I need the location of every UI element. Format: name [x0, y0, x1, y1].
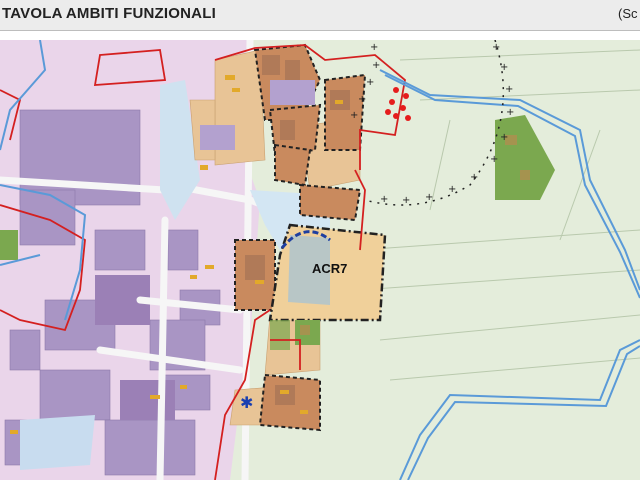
- svg-text:+: +: [380, 194, 388, 205]
- svg-text:+: +: [500, 132, 508, 143]
- svg-text:+: +: [402, 195, 410, 206]
- map-canvas[interactable]: + + + + + + + + + + + + + + + + ✱ ACR7: [0, 40, 640, 480]
- acr7-label: ACR7: [312, 261, 347, 276]
- svg-text:+: +: [505, 84, 513, 95]
- water-basin: [20, 415, 95, 470]
- svg-text:+: +: [470, 172, 478, 183]
- svg-text:+: +: [358, 94, 366, 105]
- svg-text:+: +: [448, 184, 456, 195]
- svg-text:+: +: [350, 110, 358, 121]
- svg-text:+: +: [366, 77, 374, 88]
- svg-text:+: +: [500, 62, 508, 73]
- svg-text:+: +: [490, 154, 498, 165]
- blue-star-icon: ✱: [240, 393, 253, 412]
- map-title: TAVOLA AMBITI FUNZIONALI: [2, 5, 216, 22]
- svg-text:+: +: [492, 42, 500, 53]
- svg-text:+: +: [425, 192, 433, 203]
- map-svg: +++ +++ +++ ++ +++ ++ ✱ ACR7: [0, 40, 640, 480]
- svg-text:+: +: [370, 42, 378, 53]
- svg-text:+: +: [372, 60, 380, 71]
- svg-text:+: +: [506, 107, 514, 118]
- scale-note: (Sc: [618, 6, 638, 21]
- map-header: TAVOLA AMBITI FUNZIONALI (Sc: [0, 0, 640, 31]
